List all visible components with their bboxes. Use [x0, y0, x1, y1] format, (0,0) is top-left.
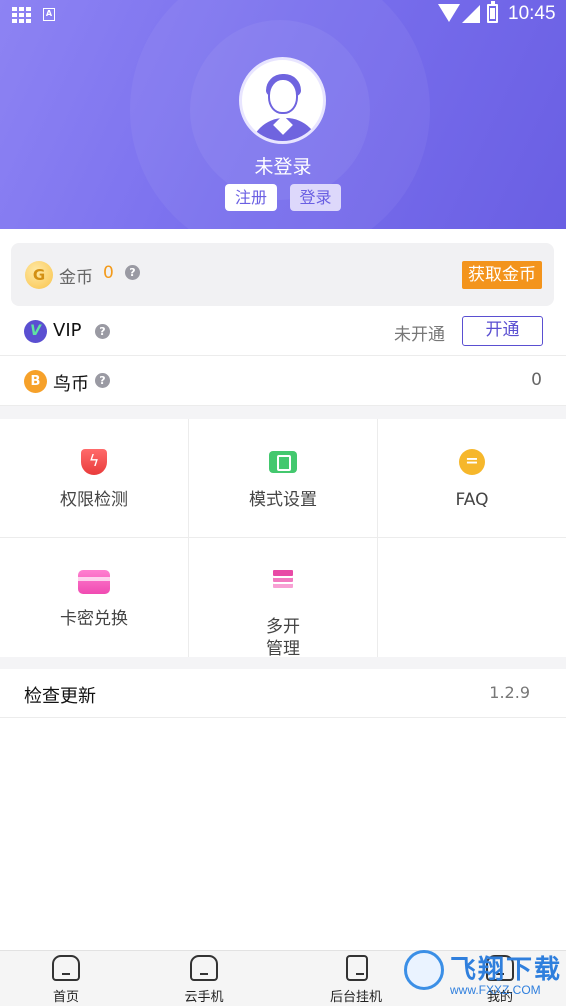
check-update-label: 检查更新: [24, 686, 96, 707]
vip-status: 未开通: [394, 325, 445, 345]
coin-card: G 金币 0 ? 获取金币: [11, 243, 554, 306]
grid-item-label-line1: 多开: [266, 617, 300, 637]
grid-item-faq[interactable]: FAQ: [378, 419, 566, 538]
vip-label: VIP: [53, 320, 82, 341]
faq-chat-icon: [459, 449, 485, 475]
status-bar: A 10:45: [0, 0, 566, 30]
grid-item-label: 权限检测: [60, 490, 128, 510]
nav-item-home[interactable]: 首页: [26, 951, 106, 1006]
bird-coin-row: B 鸟币 ? 0: [0, 356, 566, 406]
coin-help-icon[interactable]: ?: [125, 265, 140, 280]
wifi-icon: [438, 4, 460, 22]
vip-help-icon[interactable]: ?: [95, 324, 110, 339]
vip-badge-icon: V: [24, 320, 47, 343]
nav-label: 后台挂机: [329, 990, 382, 1005]
grid-item-mode-settings[interactable]: 模式设置: [189, 419, 378, 538]
version-value: 1.2.9: [489, 683, 530, 702]
grid-item-label: 模式设置: [249, 490, 317, 510]
grid-item-empty: [378, 538, 566, 657]
register-button[interactable]: 注册: [225, 184, 277, 211]
grid-item-permission-check[interactable]: 权限检测: [0, 419, 189, 538]
cloud-phone-icon: [190, 955, 218, 981]
vip-row: V VIP ? 未开通 开通: [0, 308, 566, 356]
nav-label: 首页: [52, 990, 79, 1005]
nav-label: 云手机: [184, 990, 224, 1005]
home-icon: [52, 955, 80, 981]
bird-coin-help-icon[interactable]: ?: [95, 373, 110, 388]
get-coins-button[interactable]: 获取金币: [462, 261, 542, 289]
avatar[interactable]: [239, 57, 326, 144]
watermark: 飞翔下载 www.FXXZ.COM: [400, 947, 566, 1006]
profile-header: A 10:45 未登录 注册 登录: [0, 0, 566, 229]
grid-item-label: 多开 管理: [189, 616, 377, 660]
bird-coin-value: 0: [531, 370, 542, 390]
layers-icon: [270, 568, 296, 594]
apps-grid-icon: [12, 7, 32, 25]
notification-a-icon: A: [43, 8, 55, 21]
section-divider: [0, 406, 566, 419]
battery-icon: [487, 1, 498, 23]
bird-coin-label: 鸟币: [53, 374, 89, 395]
grid-item-label: FAQ: [455, 490, 489, 510]
coin-label: 金币: [59, 268, 93, 288]
watermark-url: www.FXXZ.COM: [450, 983, 541, 997]
grid-item-card-redeem[interactable]: 卡密兑换: [0, 538, 189, 657]
login-status: 未登录: [254, 156, 312, 178]
watermark-logo-icon: [404, 950, 444, 990]
signal-icon: [462, 5, 480, 23]
nav-item-background-hangup[interactable]: 后台挂机: [316, 951, 396, 1006]
phone-icon: [346, 955, 368, 981]
card-icon: [78, 570, 110, 594]
feature-grid: 权限检测 模式设置 FAQ 卡密兑换 多开 管理: [0, 419, 566, 660]
nav-item-cloud-phone[interactable]: 云手机: [164, 951, 244, 1006]
watermark-text: 飞翔下载: [450, 955, 563, 985]
status-time: 10:45: [508, 3, 556, 24]
mode-icon: [269, 451, 297, 473]
section-divider: [0, 657, 566, 669]
login-button[interactable]: 登录: [290, 184, 341, 211]
gold-coin-icon: G: [25, 261, 53, 289]
coin-value: 0: [103, 263, 114, 283]
vip-open-button[interactable]: 开通: [462, 316, 543, 346]
grid-item-multi-open[interactable]: 多开 管理: [189, 538, 378, 660]
avatar-face: [268, 78, 298, 114]
grid-item-label: 卡密兑换: [60, 609, 128, 629]
check-update-row[interactable]: 检查更新 1.2.9: [0, 669, 566, 718]
shield-icon: [81, 449, 107, 475]
bird-coin-icon: B: [24, 370, 47, 393]
